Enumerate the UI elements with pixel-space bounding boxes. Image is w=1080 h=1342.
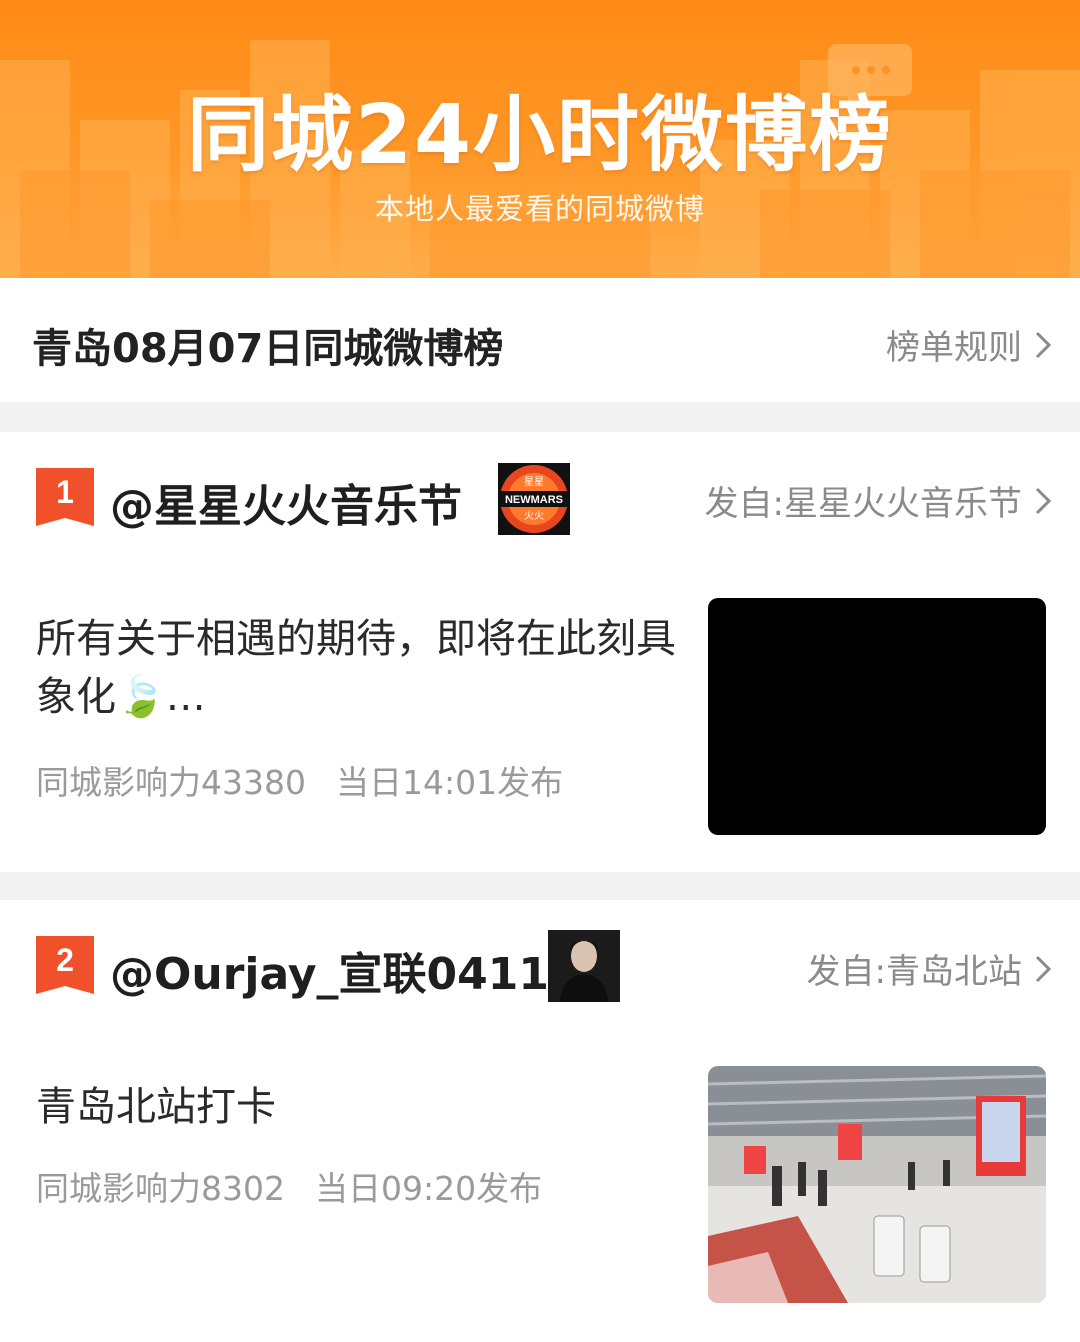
rules-label: 榜单规则 <box>886 328 1022 368</box>
source-label: 发自:青岛北站 <box>806 952 1022 992</box>
section-divider <box>0 402 1080 432</box>
post-thumbnail[interactable] <box>708 598 1046 835</box>
avatar-text: 星星 <box>524 476 544 488</box>
chevron-right-icon <box>1035 331 1052 358</box>
source-link[interactable]: 发自:青岛北站 <box>807 944 1052 993</box>
post-time: 当日09:20发布 <box>314 1169 543 1208</box>
avatar[interactable] <box>548 930 620 1002</box>
banner-subtitle: 本地人最爱看的同城微博 <box>374 192 705 226</box>
post-text[interactable]: 所有关于相遇的期待，即将在此刻具象化🍃… <box>36 610 676 726</box>
source-link[interactable]: 发自:星星火火音乐节 <box>705 476 1052 525</box>
user-name[interactable]: @星星火火音乐节 <box>110 470 462 534</box>
page-title: 青岛08月07日同城微博榜 <box>32 326 504 372</box>
rank-badge: 2 <box>36 936 94 994</box>
ranking-header: 青岛08月07日同城微博榜 榜单规则 <box>0 278 1080 402</box>
avatar-text: 火火 <box>524 510 544 522</box>
post-meta: 同城影响力8302 当日09:20发布 <box>36 1162 542 1210</box>
rank-number: 1 <box>56 474 74 510</box>
influence-score: 同城影响力8302 <box>36 1169 285 1208</box>
rank-number: 2 <box>56 942 74 978</box>
rank-badge: 1 <box>36 468 94 526</box>
user-name[interactable]: @Ourjay_宣联0411 <box>110 938 549 1002</box>
chevron-right-icon <box>1035 487 1052 514</box>
post-meta: 同城影响力43380 当日14:01发布 <box>36 756 563 804</box>
influence-score: 同城影响力43380 <box>36 763 306 802</box>
avatar[interactable]: 星星 NEWMARS 火火 <box>498 463 570 535</box>
banner: 同城24小时微博榜 本地人最爱看的同城微博 <box>0 0 1080 278</box>
post-text[interactable]: 青岛北站打卡 <box>36 1078 676 1136</box>
avatar-text: NEWMARS <box>505 494 563 506</box>
post-time: 当日14:01发布 <box>335 763 564 802</box>
post-card[interactable]: 2 @Ourjay_宣联0411 发自:青岛北站 青岛北站打卡 同城影响力830… <box>0 900 1080 1342</box>
source-label: 发自:星星火火音乐节 <box>704 484 1022 524</box>
station-photo <box>708 1066 1046 1303</box>
section-divider <box>0 872 1080 900</box>
chevron-right-icon <box>1035 955 1052 982</box>
banner-title: 同城24小时微博榜 <box>186 88 894 183</box>
post-card[interactable]: 1 @星星火火音乐节 星星 NEWMARS 火火 发自:星星火火音乐节 所有关于… <box>0 432 1080 872</box>
rules-link[interactable]: 榜单规则 <box>886 320 1052 369</box>
post-thumbnail[interactable] <box>708 1066 1046 1303</box>
